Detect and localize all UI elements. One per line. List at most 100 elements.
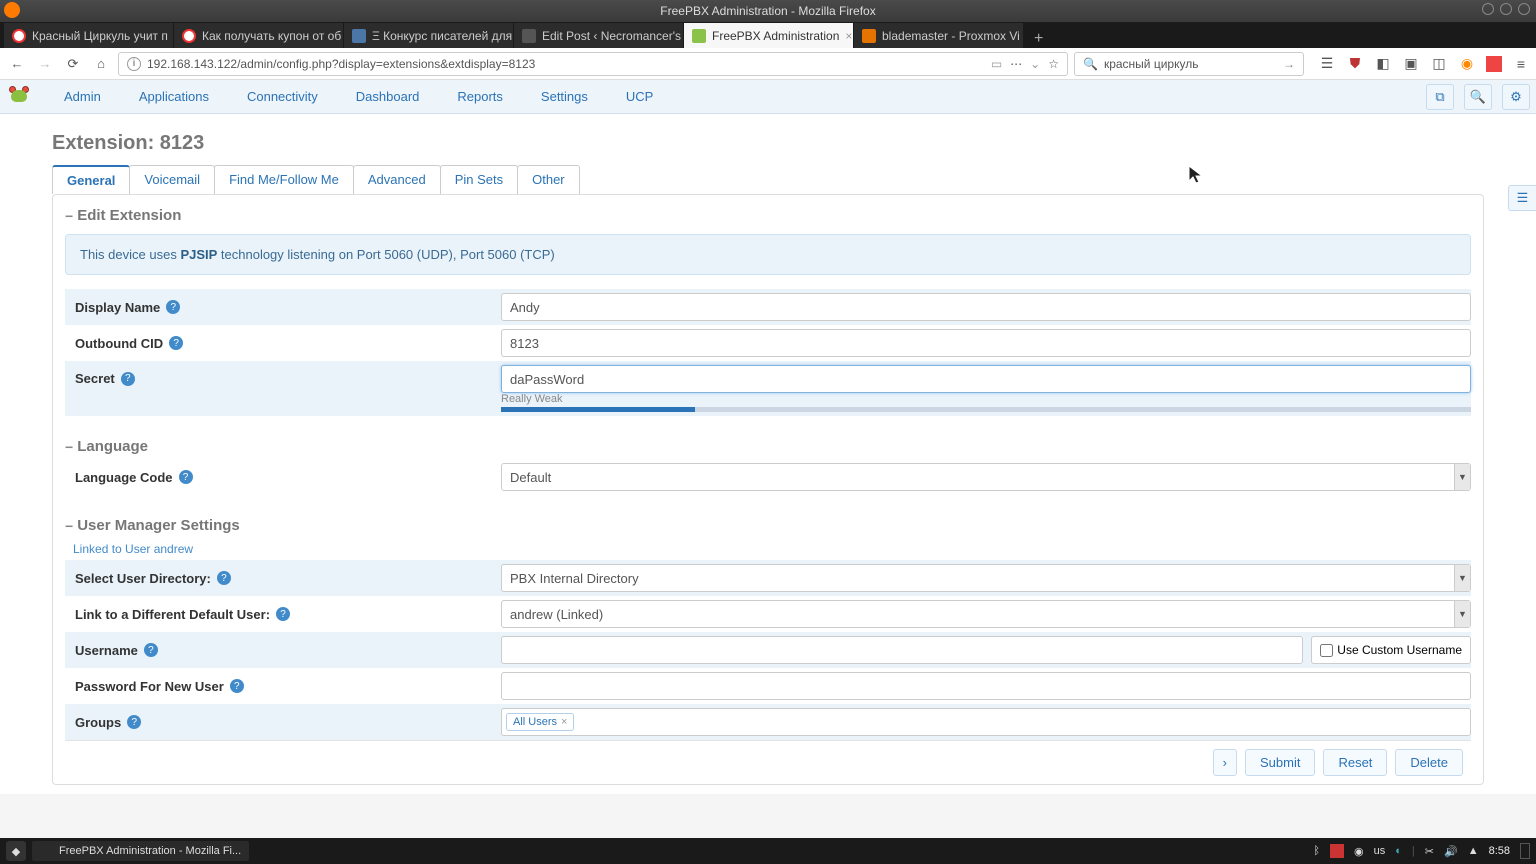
show-desktop-icon[interactable] xyxy=(1520,843,1530,859)
menu-connectivity[interactable]: Connectivity xyxy=(237,83,328,110)
notification-tray-icon[interactable]: ▲ xyxy=(1468,845,1479,857)
browser-tab[interactable]: Edit Post ‹ Necromancer's× xyxy=(514,23,684,48)
delete-button[interactable]: Delete xyxy=(1395,749,1463,776)
taskbar-task[interactable]: FreePBX Administration - Mozilla Fi... xyxy=(32,841,249,861)
remove-group-icon[interactable]: × xyxy=(561,716,567,728)
forward-button[interactable]: → xyxy=(34,53,56,75)
groups-field[interactable]: All Users × xyxy=(501,708,1471,736)
maximize-icon[interactable] xyxy=(1500,3,1512,15)
extension-icon[interactable]: ▣ xyxy=(1402,55,1420,73)
menu-applications[interactable]: Applications xyxy=(129,83,219,110)
freepbx-logo-icon[interactable] xyxy=(6,84,36,110)
bluetooth-tray-icon[interactable]: ᛒ xyxy=(1313,845,1320,857)
tab-find-me[interactable]: Find Me/Follow Me xyxy=(214,165,354,194)
help-icon[interactable]: ? xyxy=(169,336,183,350)
volume-tray-icon[interactable]: 🔊 xyxy=(1444,845,1458,858)
new-tab-button[interactable]: + xyxy=(1024,30,1053,48)
username-input xyxy=(501,636,1303,664)
section-language[interactable]: −Language xyxy=(65,434,1471,459)
firefox-icon xyxy=(40,844,54,858)
minimize-icon[interactable] xyxy=(1482,3,1494,15)
menu-settings[interactable]: Settings xyxy=(531,83,598,110)
help-icon[interactable]: ? xyxy=(166,300,180,314)
menu-admin[interactable]: Admin xyxy=(54,83,111,110)
secret-input[interactable] xyxy=(501,365,1471,393)
password-strength-meter xyxy=(501,407,1471,412)
label-groups: Groups xyxy=(75,715,121,730)
link-user-select[interactable]: andrew (Linked)▼ xyxy=(501,600,1471,628)
reader-mode-icon[interactable]: ▭ xyxy=(991,57,1002,71)
tab-other[interactable]: Other xyxy=(517,165,580,194)
ext-icon[interactable] xyxy=(1486,56,1502,72)
tab-voicemail[interactable]: Voicemail xyxy=(129,165,215,194)
user-directory-select[interactable]: PBX Internal Directory▼ xyxy=(501,564,1471,592)
library-icon[interactable]: ☰ xyxy=(1318,55,1336,73)
noscript-icon[interactable]: ◧ xyxy=(1374,55,1392,73)
clock[interactable]: 8:58 xyxy=(1489,845,1510,857)
sidebar-icon[interactable]: ◫ xyxy=(1430,55,1448,73)
browser-tab[interactable]: Красный Циркуль учит п× xyxy=(4,23,174,48)
list-view-button[interactable]: ☰ xyxy=(1508,185,1536,211)
keyboard-layout[interactable]: us xyxy=(1374,845,1386,857)
group-pill: All Users × xyxy=(506,713,574,731)
window-title: FreePBX Administration - Mozilla Firefox xyxy=(660,4,875,18)
update-tray-icon[interactable]: ◐ xyxy=(1395,845,1402,857)
reset-button[interactable]: Reset xyxy=(1323,749,1387,776)
chevron-down-icon: ▼ xyxy=(1454,601,1470,627)
tray-icon[interactable]: ◉ xyxy=(1354,845,1364,858)
close-tab-icon[interactable]: × xyxy=(845,29,852,43)
home-button[interactable]: ⌂ xyxy=(90,53,112,75)
help-icon[interactable]: ? xyxy=(144,643,158,657)
outbound-cid-input[interactable] xyxy=(501,329,1471,357)
language-code-select[interactable]: Default▼ xyxy=(501,463,1471,491)
menu-ucp[interactable]: UCP xyxy=(616,83,663,110)
help-icon[interactable]: ? xyxy=(179,470,193,484)
menu-reports[interactable]: Reports xyxy=(447,83,513,110)
use-custom-username-checkbox[interactable] xyxy=(1320,644,1333,657)
browser-toolbar: ← → ⟳ ⌂ i 192.168.143.122/admin/config.p… xyxy=(0,48,1536,80)
search-icon[interactable]: 🔍 xyxy=(1464,84,1492,110)
browser-tab[interactable]: blademaster - Proxmox Vi× xyxy=(854,23,1024,48)
collapse-icon: − xyxy=(65,439,73,455)
help-icon[interactable]: ? xyxy=(217,571,231,585)
browser-tab[interactable]: Как получать купон от об× xyxy=(174,23,344,48)
section-user-manager[interactable]: −User Manager Settings xyxy=(65,513,1471,538)
tab-general[interactable]: General xyxy=(52,165,130,194)
address-bar[interactable]: i 192.168.143.122/admin/config.php?displ… xyxy=(118,52,1068,76)
search-go-icon[interactable]: → xyxy=(1283,57,1295,71)
rss-icon[interactable]: ◉ xyxy=(1458,55,1476,73)
help-icon[interactable]: ? xyxy=(127,715,141,729)
submit-button[interactable]: Submit xyxy=(1245,749,1315,776)
browser-tab[interactable]: Ξ Конкурс писателей для× xyxy=(344,23,514,48)
hamburger-icon[interactable]: ≡ xyxy=(1512,55,1530,73)
bookmark-star-icon[interactable]: ☆ xyxy=(1048,57,1059,71)
help-icon[interactable]: ? xyxy=(121,372,135,386)
tab-pin-sets[interactable]: Pin Sets xyxy=(440,165,518,194)
more-icon[interactable]: ⋯ xyxy=(1010,57,1022,71)
tab-advanced[interactable]: Advanced xyxy=(353,165,441,194)
password-new-user-input[interactable] xyxy=(501,672,1471,700)
back-button[interactable]: ← xyxy=(6,53,28,75)
tray-icon[interactable] xyxy=(1330,844,1344,858)
help-icon[interactable]: ? xyxy=(230,679,244,693)
reload-button[interactable]: ⟳ xyxy=(62,53,84,75)
label-username: Username xyxy=(75,643,138,658)
site-info-icon[interactable]: i xyxy=(127,57,141,71)
ublock-icon[interactable]: ⛊ xyxy=(1346,55,1364,73)
help-icon[interactable]: ? xyxy=(276,607,290,621)
label-outbound-cid: Outbound CID xyxy=(75,336,163,351)
start-menu-button[interactable]: ◆ xyxy=(6,841,26,861)
gear-icon[interactable]: ⚙ xyxy=(1502,84,1530,110)
menu-dashboard[interactable]: Dashboard xyxy=(346,83,430,110)
copy-icon[interactable]: ⧉ xyxy=(1426,84,1454,110)
expand-button[interactable]: › xyxy=(1213,749,1237,776)
tab-label: blademaster - Proxmox Vi xyxy=(882,29,1020,43)
save-pocket-icon[interactable]: ⌄ xyxy=(1030,57,1040,71)
section-edit-extension[interactable]: −Edit Extension xyxy=(65,203,1471,228)
display-name-input[interactable] xyxy=(501,293,1471,321)
close-window-icon[interactable] xyxy=(1518,3,1530,15)
search-bar[interactable]: 🔍 красный циркуль → xyxy=(1074,52,1304,76)
linked-user-link[interactable]: Linked to User andrew xyxy=(65,538,1471,560)
clipboard-tray-icon[interactable]: ✂ xyxy=(1425,845,1434,858)
browser-tab-active[interactable]: FreePBX Administration× xyxy=(684,23,854,48)
